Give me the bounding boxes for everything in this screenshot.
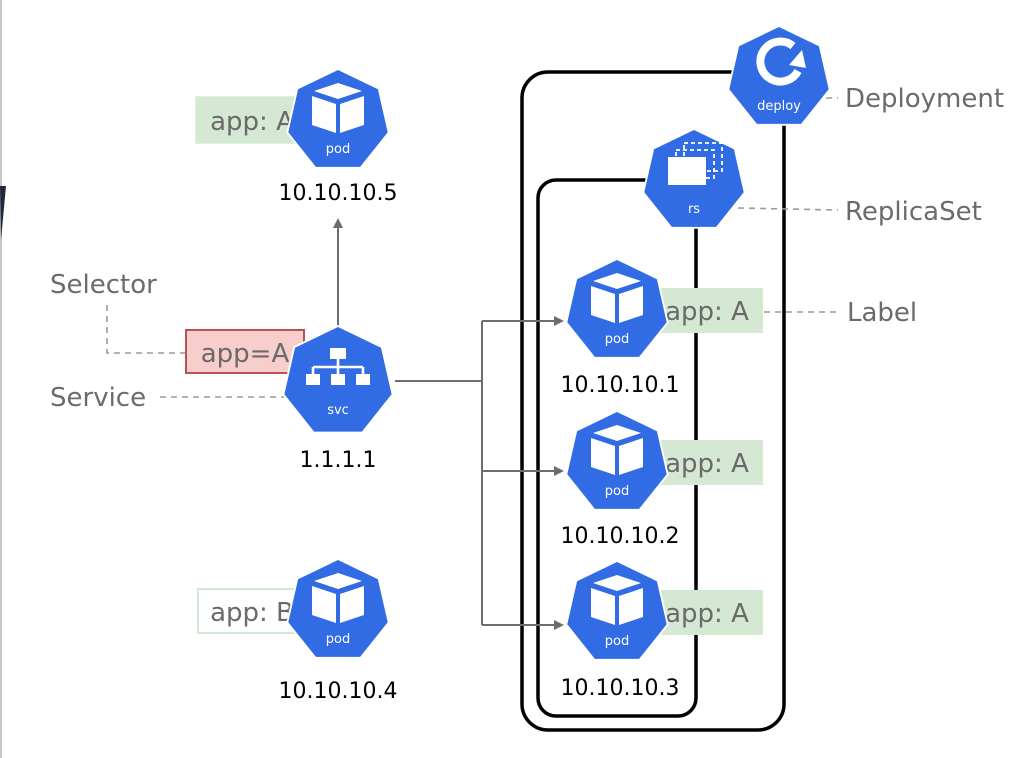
node-deploy: deploy xyxy=(727,25,831,126)
callout-selector: Selector xyxy=(50,270,157,300)
selector-tag-text: app=A xyxy=(201,339,290,369)
ip-pod2: 10.10.10.2 xyxy=(561,524,680,549)
selector-tag-svc: app=A xyxy=(185,329,305,374)
label-tag-pod2: app: A xyxy=(652,440,763,485)
callout-service: Service xyxy=(50,383,146,413)
callout-replicaset: ReplicaSet xyxy=(845,197,982,227)
ip-pod3: 10.10.10.3 xyxy=(561,676,680,701)
callout-label: Label xyxy=(847,298,917,328)
edges xyxy=(333,218,564,630)
node-caption: pod xyxy=(605,634,629,649)
node-rs: rs xyxy=(642,128,746,229)
node-caption: pod xyxy=(605,484,629,499)
cropped-glyph-fragment xyxy=(0,186,6,240)
node-pod4: pod xyxy=(286,558,390,659)
ip-pod4: 10.10.10.4 xyxy=(279,679,398,704)
node-caption: pod xyxy=(605,332,629,347)
node-pod1: pod xyxy=(565,258,669,359)
node-caption: pod xyxy=(326,142,350,157)
node-pod3: pod xyxy=(565,560,669,661)
node-caption: deploy xyxy=(757,99,801,114)
node-caption: pod xyxy=(326,632,350,647)
label-tag-pod1: app: A xyxy=(652,288,763,333)
ip-svc: 1.1.1.1 xyxy=(300,448,377,473)
label-tag-text: app: A xyxy=(665,599,749,629)
label-tag-text: app: A xyxy=(665,297,749,327)
label-tag-text: app: A xyxy=(210,107,294,137)
leader-selector xyxy=(106,305,185,354)
kubernetes-diagram: app: A app=A app: B app: A app: A app: A… xyxy=(0,0,1004,758)
callout-deployment: Deployment xyxy=(845,84,1004,114)
node-pod2: pod xyxy=(565,410,669,511)
ip-pod1: 10.10.10.1 xyxy=(561,373,680,398)
node-pod5: pod xyxy=(286,68,390,169)
label-tag-pod3: app: A xyxy=(652,590,763,635)
label-tag-text: app: A xyxy=(665,449,749,479)
ip-pod5: 10.10.10.5 xyxy=(279,181,398,206)
node-caption: rs xyxy=(688,202,700,217)
label-tag-text: app: B xyxy=(210,598,294,628)
node-caption: svc xyxy=(327,403,349,418)
leader-replicaset xyxy=(737,207,839,211)
nodes-layer: pod svc pod pod pod pod rs deploy xyxy=(282,25,831,661)
